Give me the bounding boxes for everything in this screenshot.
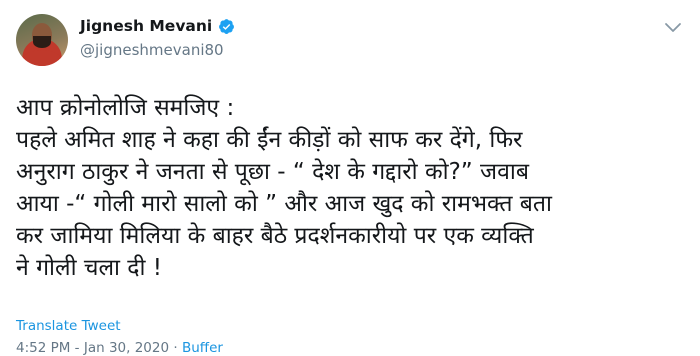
author-display-name[interactable]: Jignesh Mevani: [80, 17, 212, 35]
tweet-meta: 4:52 PM - Jan 30, 2020 · Buffer: [16, 340, 223, 356]
author-name-row: Jignesh Mevani: [80, 17, 235, 35]
avatar[interactable]: [16, 14, 68, 66]
verified-badge-icon: [219, 18, 235, 34]
tweet-timestamp[interactable]: 4:52 PM - Jan 30, 2020: [16, 340, 169, 356]
tweet-card: Jignesh Mevani @jigneshmevani80 आप क्रोन…: [0, 0, 700, 356]
author-handle[interactable]: @jigneshmevani80: [80, 41, 224, 59]
tweet-text: आप क्रोनोलोजि समजिए : पहले अमित शाह ने क…: [16, 95, 552, 281]
avatar-beard: [33, 36, 51, 48]
meta-separator: ·: [169, 340, 182, 356]
translate-tweet-link[interactable]: Translate Tweet: [16, 318, 121, 334]
tweet-source-link[interactable]: Buffer: [182, 340, 223, 356]
avatar-shirt: [22, 50, 62, 66]
chevron-down-icon[interactable]: [664, 22, 682, 34]
